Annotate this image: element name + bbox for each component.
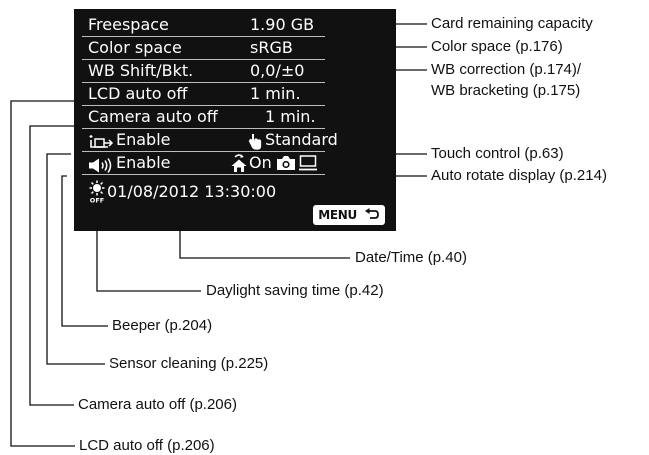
caption-beeper: Beeper (p.204): [112, 317, 213, 334]
leader-camera-auto-off: [29, 125, 82, 406]
caption-daylight-saving: Daylight saving time (p.42): [206, 282, 384, 299]
leader-datetime: [179, 214, 350, 259]
caption-auto-rotate: Auto rotate display (p.214): [431, 167, 607, 184]
caption-touch-control: Touch control (p.63): [431, 145, 564, 162]
leader-lcd-auto-off: [10, 100, 85, 447]
caption-color-space: Color space (p.176): [431, 38, 563, 55]
caption-card-capacity: Card remaining capacity: [431, 15, 593, 32]
caption-sensor-cleaning: Sensor cleaning (p.225): [109, 355, 269, 372]
caption-datetime: Date/Time (p.40): [355, 249, 467, 266]
caption-wb-bracketing: WB bracketing (p.175): [431, 82, 581, 99]
caption-wb-correction: WB correction (p.174)/: [431, 61, 582, 78]
leader-daylight: [96, 208, 201, 292]
caption-lcd-auto-off: LCD auto off (p.206): [79, 437, 215, 454]
leader-sensor-cleaning: [46, 153, 105, 365]
caption-camera-auto-off: Camera auto off (p.206): [78, 396, 237, 413]
leader-beeper: [61, 175, 108, 327]
